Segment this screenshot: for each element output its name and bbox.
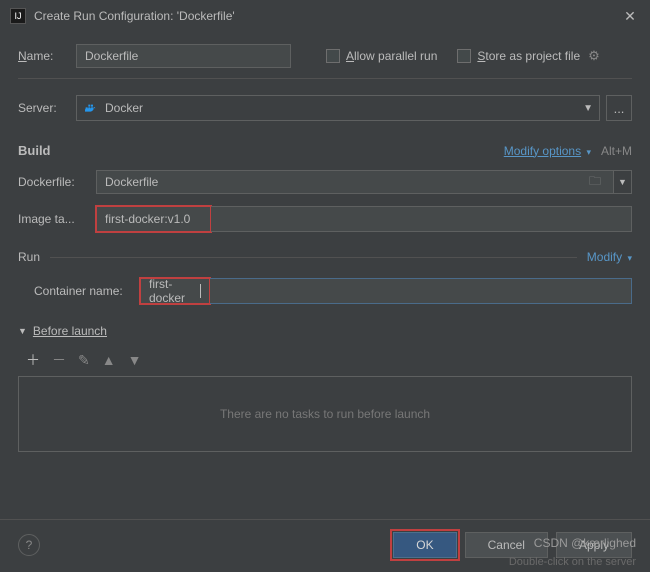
- container-name-row: Container name: first-docker: [18, 278, 632, 304]
- chevron-down-icon: ▼: [18, 326, 27, 336]
- watermark: CSDN @kærlighed: [534, 536, 636, 550]
- server-row: Server: Docker ▼ ...: [18, 95, 632, 121]
- image-tag-input-ext[interactable]: [211, 206, 632, 232]
- dockerfile-value: Dockerfile: [105, 175, 589, 189]
- help-button[interactable]: ?: [18, 534, 40, 556]
- server-select[interactable]: Docker ▼: [76, 95, 600, 121]
- allow-parallel-label: Allow parallel run: [346, 49, 437, 63]
- up-icon[interactable]: ▲: [102, 352, 116, 368]
- before-launch-toolbar: ＋ － ✎ ▲ ▼: [18, 346, 632, 374]
- store-project-label: Store as project file: [477, 49, 580, 63]
- before-launch-label: Before launch: [33, 324, 107, 338]
- image-tag-row: Image ta...: [18, 206, 632, 232]
- container-name-input-ext[interactable]: [210, 278, 632, 304]
- allow-parallel-checkbox[interactable]: Allow parallel run: [326, 49, 437, 63]
- gear-icon[interactable]: ⚙: [588, 48, 600, 64]
- close-icon[interactable]: ✕: [620, 8, 640, 25]
- edit-icon[interactable]: ✎: [78, 352, 90, 369]
- container-name-value: first-docker: [149, 277, 199, 305]
- run-section-header: Run Modify ▾: [18, 250, 632, 264]
- dockerfile-dropdown-button[interactable]: ▼: [614, 170, 632, 194]
- dialog-title: Create Run Configuration: 'Dockerfile': [34, 9, 620, 23]
- dockerfile-select[interactable]: Dockerfile 🗀: [96, 170, 614, 194]
- shortcut-label: Alt+M: [601, 144, 632, 158]
- server-browse-button[interactable]: ...: [606, 95, 632, 121]
- server-value: Docker: [105, 101, 583, 115]
- dockerfile-label: Dockerfile:: [18, 175, 96, 189]
- titlebar: IJ Create Run Configuration: 'Dockerfile…: [0, 0, 650, 32]
- folder-icon[interactable]: 🗀: [589, 172, 601, 193]
- before-launch-toggle[interactable]: ▼ Before launch: [18, 324, 632, 338]
- down-icon[interactable]: ▼: [128, 352, 142, 368]
- container-name-label: Container name:: [34, 284, 140, 298]
- dialog: IJ Create Run Configuration: 'Dockerfile…: [0, 0, 650, 572]
- app-icon: IJ: [10, 8, 26, 24]
- docker-icon: [83, 102, 99, 114]
- chevron-down-icon: ▼: [583, 103, 593, 114]
- name-row: Name: Allow parallel run Store as projec…: [18, 44, 632, 68]
- name-input[interactable]: [76, 44, 291, 68]
- container-name-input-highlight[interactable]: first-docker: [140, 278, 210, 304]
- add-icon[interactable]: ＋: [26, 350, 40, 370]
- run-title: Run: [18, 250, 40, 264]
- checkbox-icon: [326, 49, 340, 63]
- before-launch-tasks: There are no tasks to run before launch: [18, 376, 632, 452]
- remove-icon[interactable]: －: [52, 350, 66, 370]
- checkbox-icon: [457, 49, 471, 63]
- server-label: Server:: [18, 101, 76, 115]
- build-section-header: Build Modify options ▾ Alt+M: [18, 143, 632, 158]
- build-title: Build: [18, 143, 51, 158]
- divider: [18, 78, 632, 79]
- modify-options-link[interactable]: Modify options ▾: [504, 144, 591, 158]
- dockerfile-row: Dockerfile: Dockerfile 🗀 ▼: [18, 170, 632, 194]
- watermark-hint: Double-click on the server: [509, 556, 636, 568]
- store-project-checkbox[interactable]: Store as project file: [457, 49, 580, 63]
- ok-button[interactable]: OK: [393, 532, 456, 558]
- name-label: Name:: [18, 49, 76, 63]
- image-tag-label: Image ta...: [18, 212, 96, 226]
- chevron-down-icon: ▾: [627, 253, 632, 263]
- modify-link[interactable]: Modify ▾: [587, 250, 632, 264]
- empty-tasks-label: There are no tasks to run before launch: [220, 407, 430, 421]
- chevron-down-icon: ▾: [586, 147, 591, 157]
- content: Name: Allow parallel run Store as projec…: [0, 32, 650, 452]
- image-tag-input[interactable]: [96, 206, 211, 232]
